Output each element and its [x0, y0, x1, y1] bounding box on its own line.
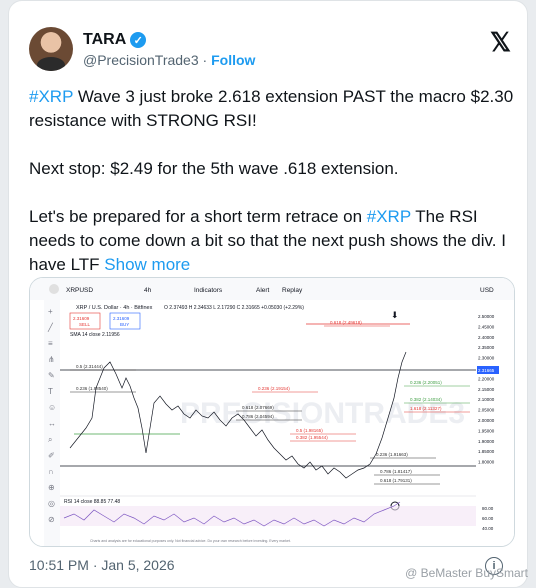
svg-text:∩: ∩: [48, 467, 54, 476]
chart-title: XRP / U.S. Dollar · 4h · Bitfinex: [76, 305, 153, 311]
fib-level-label: 0.236 (1.91663): [376, 452, 408, 457]
fib-level-label: 0.786 (2.04594): [242, 414, 274, 419]
price-axis-label: 1.80000: [478, 460, 495, 465]
svg-text:⊘: ⊘: [48, 515, 55, 524]
price-axis-label: 2.05000: [478, 408, 495, 413]
fib-level-label: 0.618 (2.49618): [330, 320, 362, 325]
fib-level-label: 0.236 (1.98540): [76, 386, 108, 391]
chart-ohlc: O 2.37493 H 2.34633 L 2.17290 C 2.31665 …: [164, 305, 304, 311]
author-name[interactable]: TARA: [83, 31, 126, 49]
handle-row: @PrecisionTrade3 · Follow: [83, 52, 255, 68]
price-axis-label: 1.90000: [478, 439, 495, 444]
price-axis-label: 2.15000: [478, 387, 495, 392]
author-handle[interactable]: @PrecisionTrade3: [83, 52, 199, 68]
tweet-card: TARA ✓ @PrecisionTrade3 · Follow 𝕏 #XRP …: [8, 0, 528, 588]
fib-level-label: 0.236 (2.20051): [410, 380, 442, 385]
price-axis-label: 2.40000: [478, 335, 495, 340]
buy-price: 2.31609: [113, 316, 130, 321]
price-axis-label: 2.50000: [478, 314, 495, 319]
sma-label: SMA 14 close 2.11956: [70, 332, 120, 338]
price-axis-label: 2.20000: [478, 376, 495, 381]
rsi-axis-label: 60.00: [482, 516, 494, 521]
timestamp[interactable]: 10:51 PM · Jan 5, 2026: [29, 557, 175, 573]
svg-text:✐: ✐: [48, 451, 55, 460]
fib-level-label: 0.236 (2.19154): [258, 386, 290, 391]
fib-level-label: 0.382 (2.14034): [410, 397, 442, 402]
svg-text:◎: ◎: [48, 499, 55, 508]
tradingview-chart-screenshot: XRPUSD 4h Indicators Alert Replay USD +╱…: [30, 278, 514, 546]
svg-text:⌕: ⌕: [48, 435, 52, 444]
separator: ·: [202, 52, 208, 68]
verified-badge-icon: ✓: [130, 32, 147, 48]
fib-level-label: 0.618 (1.79131): [380, 478, 412, 483]
svg-text:+: +: [48, 307, 53, 316]
svg-text:≡: ≡: [48, 339, 53, 348]
tweet-paragraph-3: Let's be prepared for a short term retra…: [29, 205, 515, 277]
tweet-text: #XRP Wave 3 just broke 2.618 extension P…: [29, 85, 515, 277]
tweet-text-span: Let's be prepared for a short term retra…: [29, 207, 367, 226]
rsi-band: [60, 506, 476, 526]
rsi-axis-label: 80.00: [482, 506, 494, 511]
chart-symbol: XRPUSD: [66, 287, 93, 294]
chart-currency: USD: [480, 287, 494, 294]
chart-alert: Alert: [256, 287, 270, 294]
fib-level-label: 0.786 (1.81417): [380, 469, 412, 474]
chart-image[interactable]: XRPUSD 4h Indicators Alert Replay USD + ╱…: [29, 277, 515, 547]
price-axis-label: 2.00000: [478, 418, 495, 423]
svg-text:T: T: [48, 387, 53, 396]
svg-text:↔: ↔: [48, 419, 56, 428]
fib-level-label: 0.5 (2.31444): [76, 364, 103, 369]
show-more-link[interactable]: Show more: [104, 255, 190, 274]
x-logo-icon[interactable]: 𝕏: [490, 27, 511, 58]
fib-level-label: 1.618 (2.11327): [410, 406, 442, 411]
svg-text:⋔: ⋔: [48, 355, 55, 364]
price-axis-label: 2.45000: [478, 324, 495, 329]
chart-toolbar: [30, 278, 514, 300]
last-price-text: 2.31665: [478, 368, 495, 373]
rsi-axis: 80.00 60.00 40.00: [482, 506, 494, 531]
chart-disclaimer: Charts and analysis are for educational …: [90, 539, 291, 543]
price-axis-label: 2.30000: [478, 356, 495, 361]
tweet-text-span: Wave 3 just broke 2.618 extension PAST t…: [29, 87, 514, 130]
price-axis-label: 2.35000: [478, 345, 495, 350]
chart-avatar-icon: [49, 284, 59, 294]
rsi-axis-label: 40.00: [482, 526, 494, 531]
follow-button[interactable]: Follow: [211, 52, 255, 68]
hashtag-link[interactable]: #XRP: [367, 207, 411, 226]
svg-text:✎: ✎: [48, 371, 55, 380]
target-arrow-icon: ⬇: [391, 310, 399, 320]
price-axis-label: 1.85000: [478, 449, 495, 454]
author-name-row[interactable]: TARA ✓: [83, 31, 147, 49]
sell-label: SELL: [79, 322, 91, 327]
price-axis-label: 1.95000: [478, 428, 495, 433]
fib-level-label: 0.382 (1.95544): [296, 435, 328, 440]
hashtag-link[interactable]: #XRP: [29, 87, 73, 106]
chart-replay: Replay: [282, 287, 303, 294]
chart-interval: 4h: [144, 287, 152, 294]
tweet-paragraph-1: #XRP Wave 3 just broke 2.618 extension P…: [29, 85, 515, 133]
buy-label: BUY: [120, 322, 129, 327]
avatar[interactable]: [29, 27, 73, 71]
watermark-text: @ BeMaster BuySmart: [405, 566, 528, 580]
svg-text:⊕: ⊕: [48, 483, 55, 492]
price-axis-label: 2.10000: [478, 397, 495, 402]
sell-price: 2.31609: [73, 316, 90, 321]
rsi-label: RSI 14 close 88.85 77.48: [64, 499, 120, 505]
fib-level-label: 0.5 (1.98165): [296, 428, 323, 433]
tweet-paragraph-2: Next stop: $2.49 for the 5th wave .618 e…: [29, 159, 399, 178]
svg-text:☺: ☺: [48, 403, 56, 412]
chart-indicators: Indicators: [194, 287, 223, 294]
fib-level-label: 0.618 (2.07669): [242, 405, 274, 410]
price-axis: 2.500002.450002.400002.350002.300002.250…: [478, 314, 495, 465]
